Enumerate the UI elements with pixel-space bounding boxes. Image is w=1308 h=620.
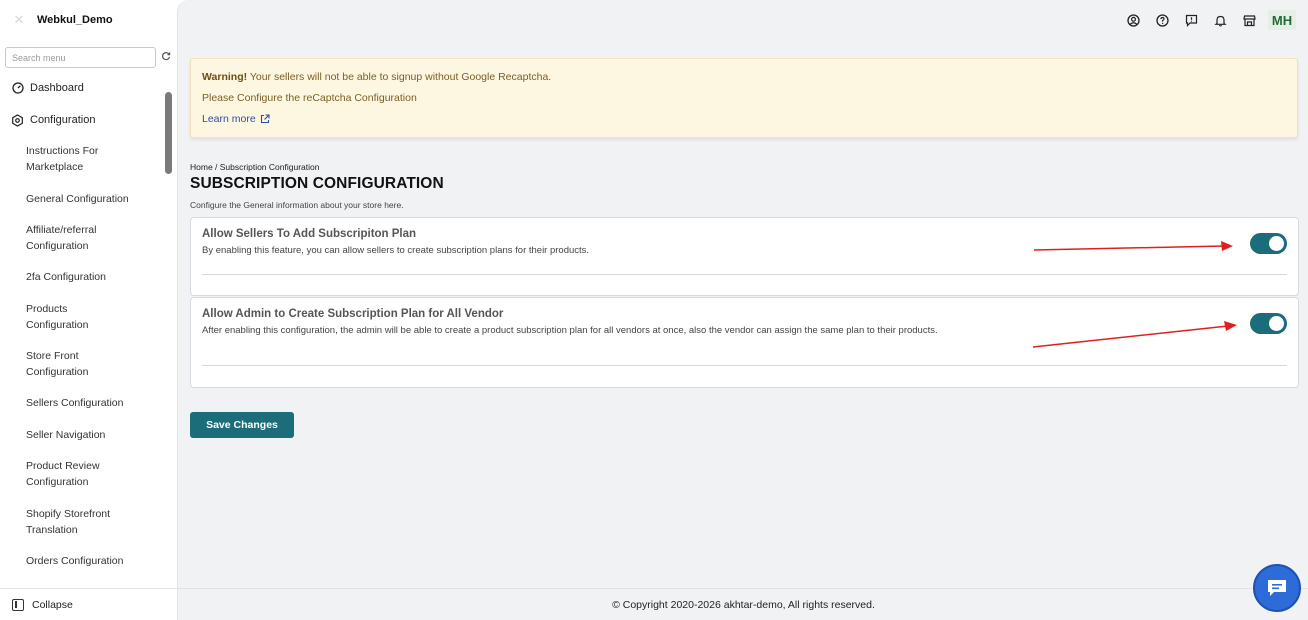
toggle-admin-plan[interactable]	[1250, 313, 1287, 334]
sidebar-item-dashboard[interactable]: Dashboard	[0, 76, 165, 100]
collapse-button[interactable]: Collapse	[0, 588, 178, 620]
chat-icon	[1268, 580, 1286, 596]
sidebar: ✕ Webkul_Demo Dashboard Configuration In…	[0, 0, 178, 620]
breadcrumb: Home / Subscription Configuration	[190, 162, 320, 172]
learn-more-label: Learn more	[202, 113, 256, 125]
sidebar-item-instructions[interactable]: Instructions For Marketplace	[0, 143, 98, 175]
save-changes-button[interactable]: Save Changes	[190, 412, 294, 438]
divider	[202, 274, 1287, 275]
sidebar-item-affiliate-configuration[interactable]: Affiliate/referral Configuration	[0, 222, 96, 254]
sidebar-item-store-front-configuration[interactable]: Store Front Configuration	[0, 348, 88, 380]
footer: © Copyright 2020-2026 akhtar-demo, All r…	[178, 588, 1308, 620]
toggle-knob	[1269, 316, 1284, 331]
warning-line-2: Please Configure the reCaptcha Configura…	[202, 92, 417, 104]
user-circle-icon[interactable]	[1126, 13, 1140, 27]
refresh-icon[interactable]	[161, 51, 171, 63]
sidebar-item-seller-navigation[interactable]: Seller Navigation	[0, 427, 105, 443]
chat-button[interactable]	[1253, 564, 1301, 612]
collapse-label: Collapse	[32, 598, 73, 611]
brand-logo-icon: ✕	[13, 12, 25, 27]
toggle-sellers-plan[interactable]	[1250, 233, 1287, 254]
toggle-knob	[1269, 236, 1284, 251]
sidebar-item-configuration[interactable]: Configuration	[0, 108, 165, 132]
warning-text: Your sellers will not be able to signup …	[247, 71, 552, 83]
setting-description: By enabling this feature, you can allow …	[202, 245, 590, 256]
learn-more-link[interactable]: Learn more	[202, 112, 270, 126]
warning-line-3: Learn more	[202, 112, 1286, 133]
setting-title: Allow Admin to Create Subscription Plan …	[202, 308, 504, 320]
dashboard-icon	[11, 82, 24, 95]
store-icon[interactable]	[1242, 13, 1256, 27]
setting-title: Allow Sellers To Add Subscripiton Plan	[202, 228, 417, 240]
header-icons: MH	[1111, 10, 1296, 30]
setting-card-sellers-plan: Allow Sellers To Add Subscripiton Plan B…	[190, 217, 1299, 296]
copyright-text: © Copyright 2020-2026 akhtar-demo, All r…	[612, 598, 875, 611]
brand-name: Webkul_Demo	[37, 14, 113, 26]
avatar[interactable]: MH	[1268, 10, 1296, 30]
sidebar-scrollbar[interactable]	[165, 92, 172, 174]
settings-hex-icon	[11, 113, 24, 127]
sidebar-item-sellers-configuration[interactable]: Sellers Configuration	[0, 395, 123, 411]
setting-card-admin-plan: Allow Admin to Create Subscription Plan …	[190, 297, 1299, 388]
external-link-icon	[260, 114, 270, 124]
search-wrap	[5, 47, 156, 68]
recaptcha-warning: Warning! Your sellers will not be able t…	[190, 58, 1298, 138]
collapse-icon	[12, 598, 24, 611]
sidebar-item-orders-configuration[interactable]: Orders Configuration	[0, 553, 123, 569]
warning-line-1: Warning! Your sellers will not be able t…	[202, 70, 1286, 91]
brand[interactable]: ✕ Webkul_Demo	[10, 10, 113, 30]
sidebar-item-2fa-configuration[interactable]: 2fa Configuration	[0, 269, 106, 285]
search-input[interactable]	[5, 47, 156, 68]
sidebar-item-general-configuration[interactable]: General Configuration	[0, 191, 129, 207]
sidebar-item-products-configuration[interactable]: Products Configuration	[0, 301, 88, 333]
bell-icon[interactable]	[1213, 13, 1227, 27]
sidebar-item-label: Dashboard	[30, 82, 84, 94]
page-title: SUBSCRIPTION CONFIGURATION	[190, 175, 444, 192]
sidebar-item-shopify-storefront-translation[interactable]: Shopify Storefront Translation	[0, 506, 110, 538]
help-circle-icon[interactable]	[1155, 13, 1169, 27]
sidebar-item-product-review-configuration[interactable]: Product Review Configuration	[0, 458, 100, 490]
sidebar-item-label: Configuration	[30, 114, 96, 126]
page-description: Configure the General information about …	[190, 200, 404, 210]
sidebar-menu: Dashboard Configuration Instructions For…	[0, 76, 165, 567]
feedback-icon[interactable]	[1184, 13, 1198, 27]
warning-strong: Warning!	[202, 71, 248, 83]
divider	[202, 365, 1287, 366]
main-panel: MH Warning! Your sellers will not be abl…	[177, 0, 1308, 620]
setting-description: After enabling this configuration, the a…	[202, 325, 938, 336]
